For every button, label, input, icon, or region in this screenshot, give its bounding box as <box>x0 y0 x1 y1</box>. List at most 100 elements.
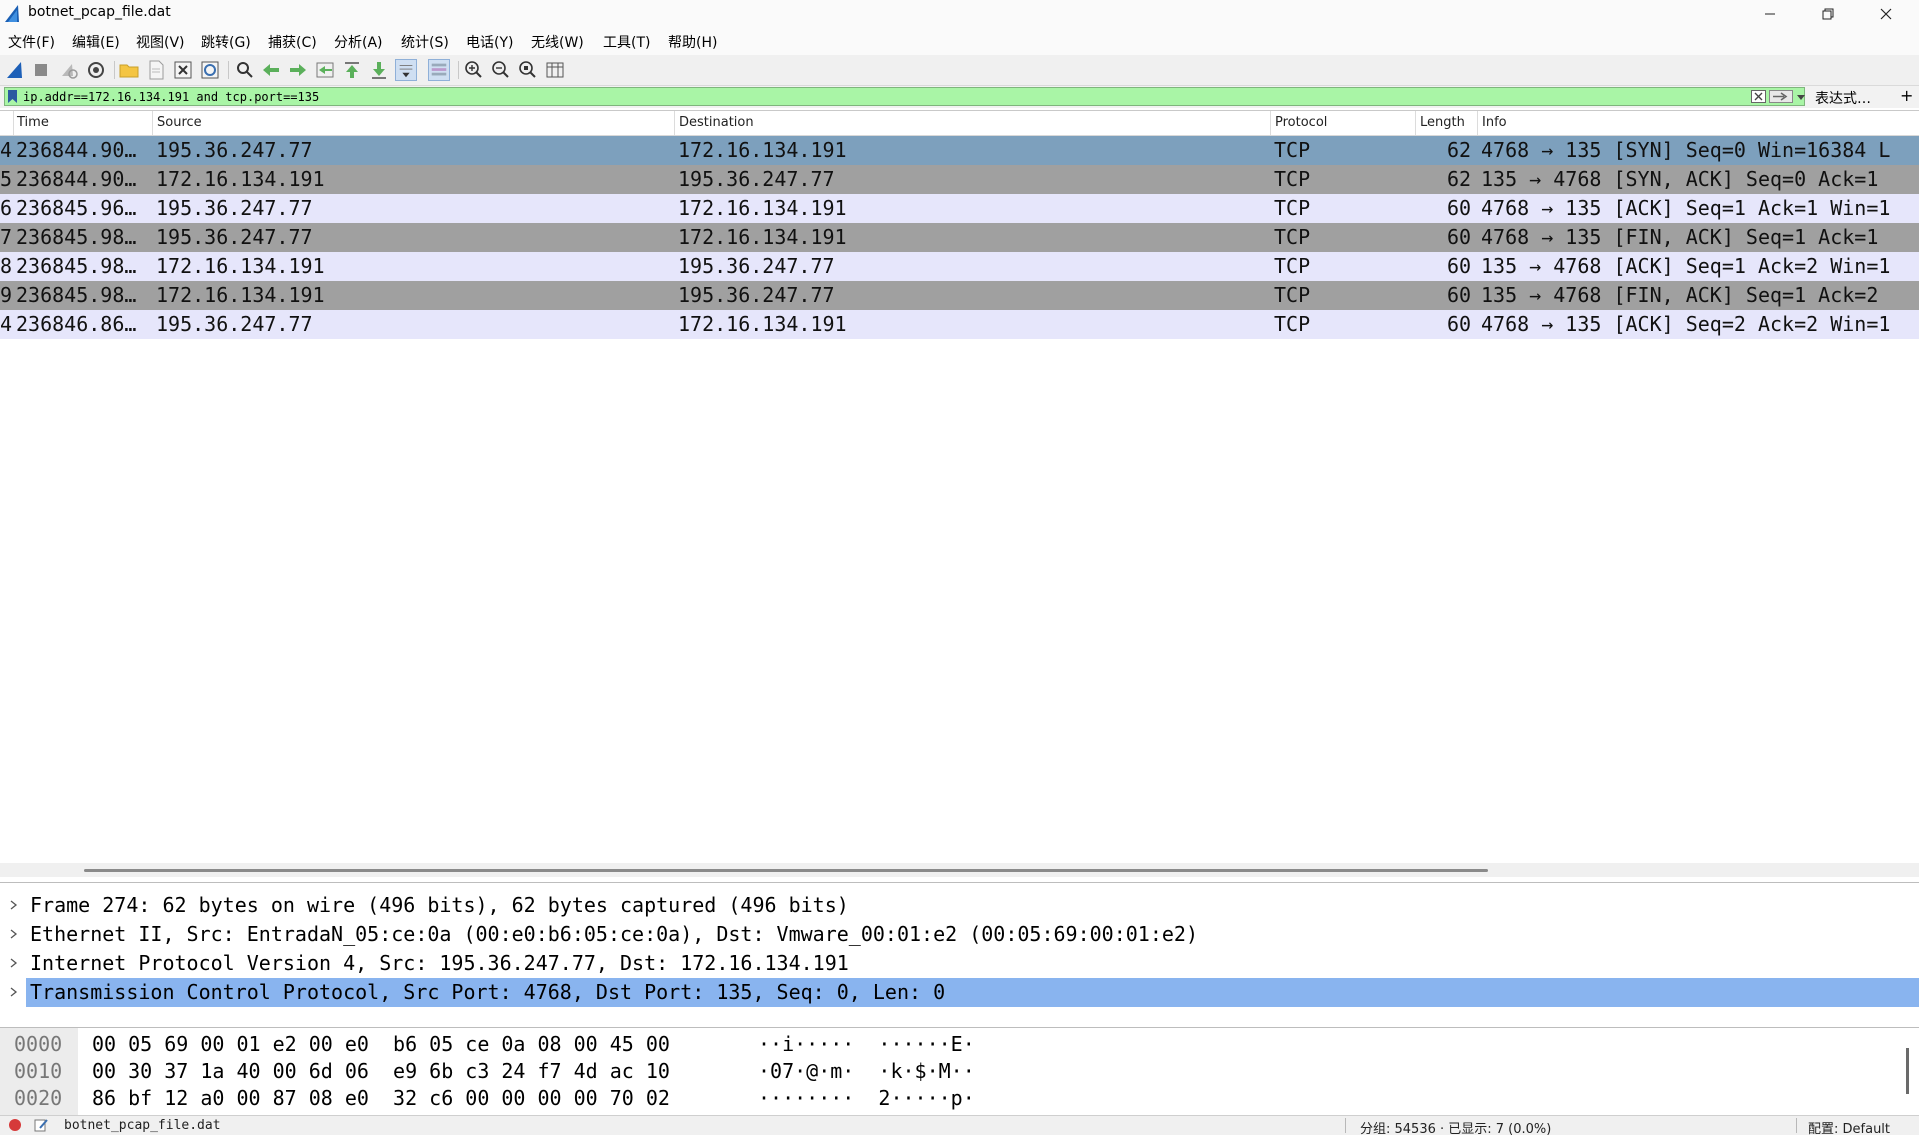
packet-info: 135 → 4768 [FIN, ACK] Seq=1 Ack=2 <box>1481 283 1879 307</box>
packet-time: 236845.98… <box>16 254 137 278</box>
add-filter-button[interactable]: + <box>1900 86 1913 105</box>
column-header-destination[interactable]: Destination <box>679 115 754 130</box>
find-icon[interactable] <box>234 59 256 81</box>
column-header-length[interactable]: Length <box>1420 115 1465 130</box>
autoscroll-icon[interactable] <box>395 59 417 81</box>
packet-source: 172.16.134.191 <box>156 167 325 191</box>
packet-protocol: TCP <box>1274 254 1311 278</box>
menu-go[interactable]: 跳转(G) <box>201 32 251 52</box>
packet-row[interactable]: 5 236844.90… 172.16.134.191 195.36.247.7… <box>0 165 1919 194</box>
packet-row[interactable]: 4 236844.90… 195.36.247.77 172.16.134.19… <box>0 136 1919 165</box>
packet-row[interactable]: 4 236846.86… 195.36.247.77 172.16.134.19… <box>0 310 1919 339</box>
resize-columns-icon[interactable] <box>544 59 566 81</box>
packet-time: 236845.98… <box>16 283 137 307</box>
packet-destination: 172.16.134.191 <box>678 225 847 249</box>
packet-info: 135 → 4768 [ACK] Seq=1 Ack=2 Win=1 <box>1481 254 1891 278</box>
wireshark-fin-icon <box>5 5 19 22</box>
zoom-normal-icon[interactable] <box>517 59 539 81</box>
column-header-time[interactable]: Time <box>17 115 49 130</box>
status-packet-count: 分组: 54536 · 已显示: 7 (0.0%) <box>1360 1122 1552 1137</box>
chevron-right-icon[interactable] <box>8 893 20 917</box>
shark-start-icon[interactable] <box>4 59 26 81</box>
detail-text: Ethernet II, Src: EntradaN_05:ce:0a (00:… <box>30 922 1198 946</box>
go-to-packet-icon[interactable] <box>314 59 336 81</box>
first-packet-icon[interactable] <box>341 59 363 81</box>
packet-info: 4768 → 135 [ACK] Seq=1 Ack=1 Win=1 <box>1481 196 1891 220</box>
horizontal-scrollbar-thumb[interactable] <box>84 869 1488 872</box>
bytes-hex[interactable]: 86 bf 12 a0 00 87 08 e0 32 c6 00 00 00 0… <box>92 1086 670 1110</box>
status-separator <box>1345 1118 1346 1133</box>
apply-filter-arrow-icon[interactable] <box>1769 90 1793 103</box>
open-folder-icon[interactable] <box>118 59 140 81</box>
colorize-icon[interactable] <box>428 59 450 81</box>
packet-protocol: TCP <box>1274 167 1311 191</box>
packet-row[interactable]: 9 236845.98… 172.16.134.191 195.36.247.7… <box>0 281 1919 310</box>
detail-row-ethernet[interactable]: Ethernet II, Src: EntradaN_05:ce:0a (00:… <box>0 920 1919 949</box>
column-header-protocol[interactable]: Protocol <box>1275 115 1327 130</box>
bytes-ascii[interactable]: ·07·@·m· ·k·$·M·· <box>758 1059 975 1083</box>
zoom-in-icon[interactable] <box>463 59 485 81</box>
reload-icon[interactable] <box>199 59 221 81</box>
packet-protocol: TCP <box>1274 196 1311 220</box>
packet-row[interactable]: 8 236845.98… 172.16.134.191 195.36.247.7… <box>0 252 1919 281</box>
bytes-hex[interactable]: 00 05 69 00 01 e2 00 e0 b6 05 ce 0a 08 0… <box>92 1032 670 1056</box>
bytes-ascii[interactable]: ········ 2·····p· <box>758 1086 975 1110</box>
display-filter-input[interactable] <box>23 88 1723 105</box>
menu-tools[interactable]: 工具(T) <box>603 32 650 52</box>
packet-no: 4 <box>0 138 13 162</box>
close-window-button[interactable] <box>1857 0 1915 28</box>
detail-text: Internet Protocol Version 4, Src: 195.36… <box>30 951 849 975</box>
packet-source: 195.36.247.77 <box>156 138 313 162</box>
file-icon[interactable] <box>145 59 167 81</box>
menu-analyze[interactable]: 分析(A) <box>334 32 383 52</box>
column-separator <box>1270 111 1271 135</box>
menu-view[interactable]: 视图(V) <box>136 32 185 52</box>
packet-destination: 195.36.247.77 <box>678 254 835 278</box>
menu-capture[interactable]: 捕获(C) <box>268 32 317 52</box>
edit-comment-icon[interactable] <box>33 1117 49 1133</box>
main-toolbar <box>0 55 1919 86</box>
close-file-icon[interactable] <box>172 59 194 81</box>
restart-icon[interactable] <box>57 59 79 81</box>
restore-button[interactable] <box>1799 0 1857 28</box>
minimize-button[interactable] <box>1741 0 1799 28</box>
zoom-out-icon[interactable] <box>490 59 512 81</box>
packet-time: 236844.90… <box>16 138 137 162</box>
column-header-source[interactable]: Source <box>157 115 202 130</box>
chevron-right-icon[interactable] <box>8 980 20 1004</box>
menu-wireless[interactable]: 无线(W) <box>531 32 584 52</box>
filter-history-dropdown-icon[interactable] <box>1796 91 1806 103</box>
last-packet-icon[interactable] <box>368 59 390 81</box>
minimize-icon <box>1765 13 1775 15</box>
packet-row[interactable]: 6 236845.96… 195.36.247.77 172.16.134.19… <box>0 194 1919 223</box>
menu-statistics[interactable]: 统计(S) <box>401 32 449 52</box>
column-header-info[interactable]: Info <box>1482 115 1507 130</box>
capture-options-icon[interactable] <box>85 59 107 81</box>
filter-bookmark-icon[interactable] <box>8 90 17 103</box>
menu-file[interactable]: 文件(F) <box>8 32 55 52</box>
expression-button[interactable]: 表达式… <box>1815 88 1871 108</box>
toolbar-separator <box>114 61 115 79</box>
vertical-scrollbar-thumb[interactable] <box>1906 1048 1909 1094</box>
expert-info-icon[interactable] <box>9 1119 21 1131</box>
packet-destination: 172.16.134.191 <box>678 196 847 220</box>
clear-filter-icon[interactable] <box>1751 90 1766 103</box>
packet-row[interactable]: 7 236845.98… 195.36.247.77 172.16.134.19… <box>0 223 1919 252</box>
status-file-name: botnet_pcap_file.dat <box>64 1118 221 1133</box>
bytes-hex[interactable]: 00 30 37 1a 40 00 6d 06 e9 6b c3 24 f7 4… <box>92 1059 670 1083</box>
go-forward-icon[interactable] <box>287 59 309 81</box>
chevron-right-icon[interactable] <box>8 951 20 975</box>
status-separator <box>1796 1118 1797 1133</box>
packet-time: 236845.98… <box>16 225 137 249</box>
stop-icon[interactable] <box>30 59 52 81</box>
chevron-right-icon[interactable] <box>8 922 20 946</box>
status-profile[interactable]: 配置: Default <box>1808 1118 1890 1137</box>
menu-telephony[interactable]: 电话(Y) <box>466 32 513 52</box>
go-back-icon[interactable] <box>260 59 282 81</box>
detail-row-frame[interactable]: Frame 274: 62 bytes on wire (496 bits), … <box>0 891 1919 920</box>
detail-row-ipv4[interactable]: Internet Protocol Version 4, Src: 195.36… <box>0 949 1919 978</box>
menu-edit[interactable]: 编辑(E) <box>72 32 120 52</box>
bytes-ascii[interactable]: ··i····· ······E· <box>758 1032 975 1056</box>
detail-row-tcp[interactable]: Transmission Control Protocol, Src Port:… <box>0 978 1919 1007</box>
menu-help[interactable]: 帮助(H) <box>668 32 717 52</box>
